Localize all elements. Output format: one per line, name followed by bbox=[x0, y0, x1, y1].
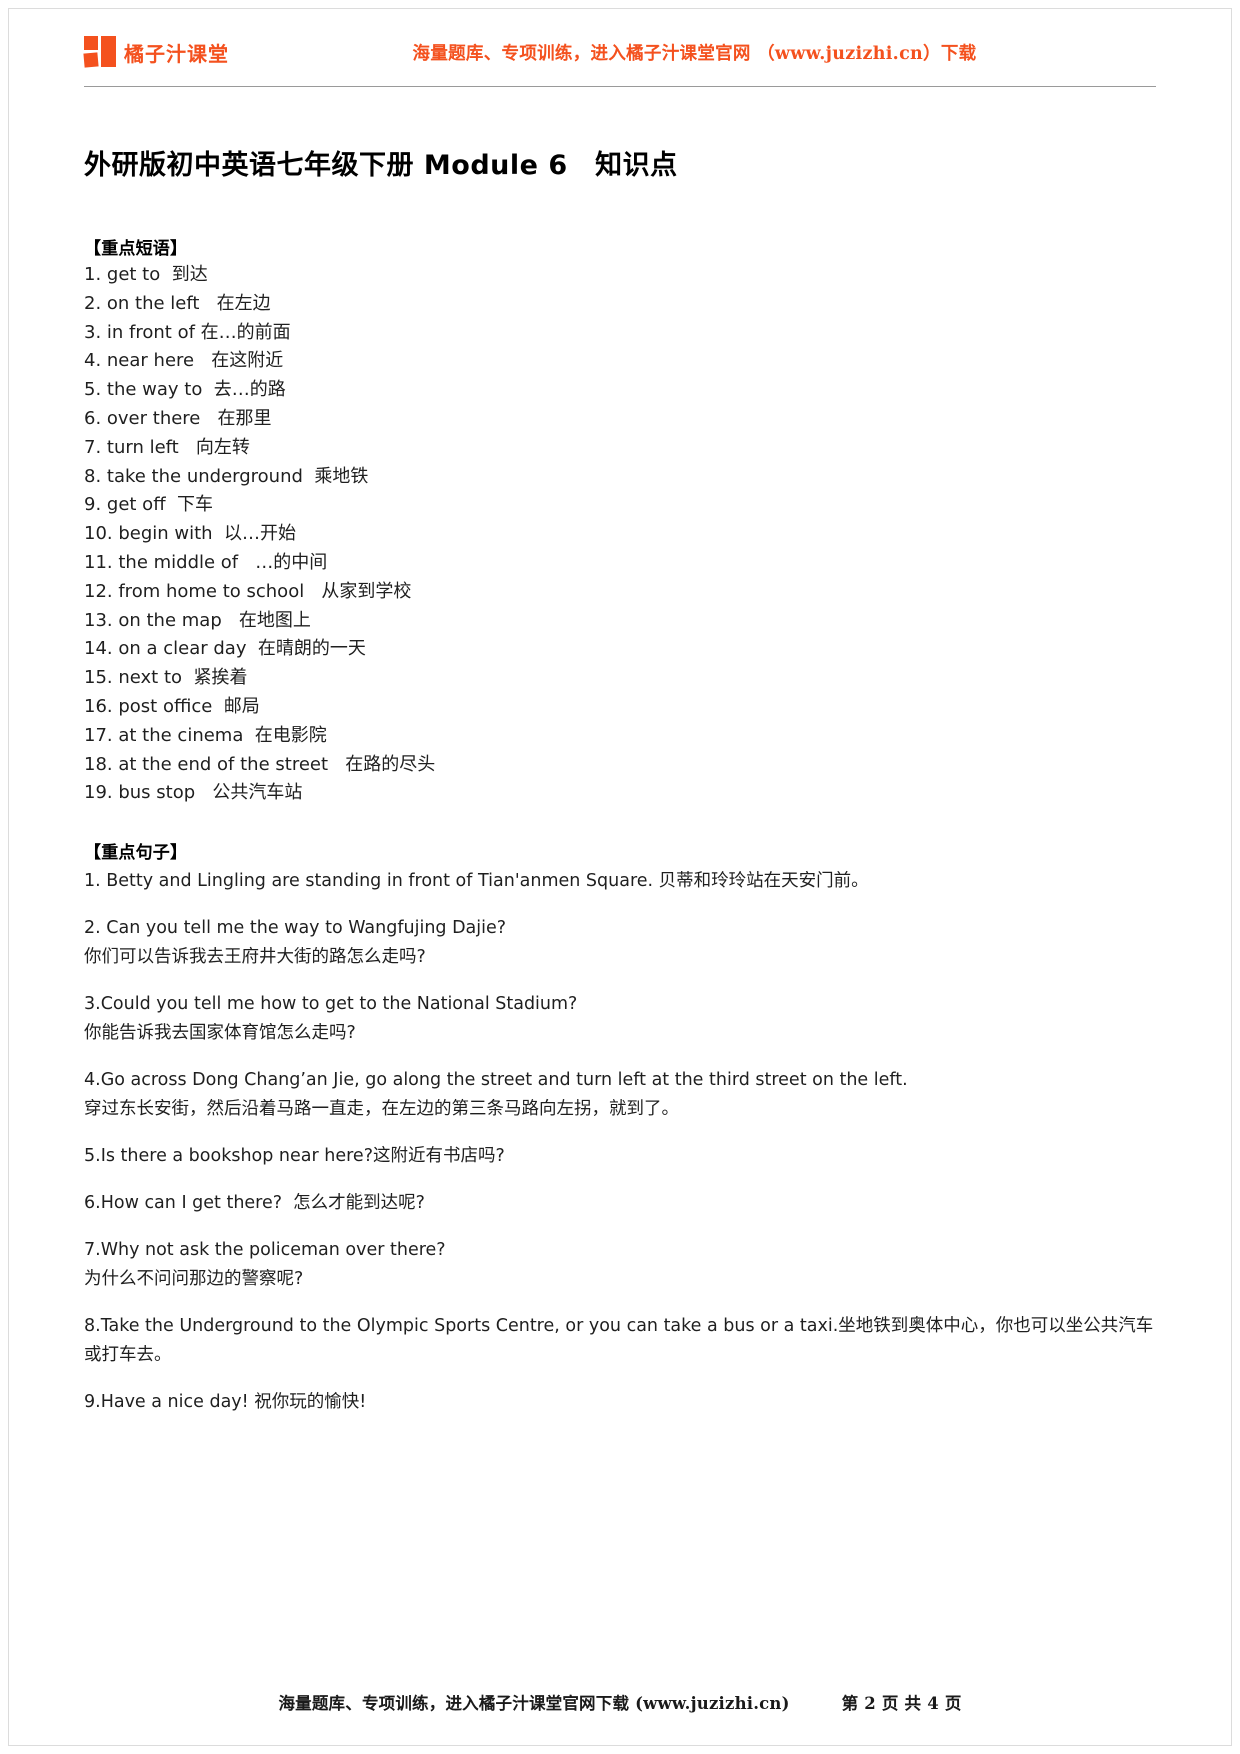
sentence-line: 你能告诉我去国家体育馆怎么走吗? bbox=[84, 1023, 356, 1044]
phrase-item: 6. over there 在那里 bbox=[84, 407, 272, 429]
sentence-line: 7.Why not ask the policeman over there? bbox=[84, 1240, 446, 1261]
phrases-list: 1. get to 到达 2. on the left 在左边 3. in fron… bbox=[84, 261, 1170, 808]
phrase-item: 5. the way to 去…的路 bbox=[84, 379, 286, 401]
header-divider bbox=[84, 86, 1156, 87]
sentence-line: 5.Is there a bookshop near here?这附近有书店吗? bbox=[84, 1146, 505, 1167]
sentence-line: 1. Betty and Lingling are standing in fr… bbox=[84, 871, 869, 892]
sentence-item: 1. Betty and Lingling are standing in fr… bbox=[84, 867, 1170, 896]
sentence-item: 4.Go across Dong Chang’an Jie, go along … bbox=[84, 1066, 1170, 1124]
sentence-line: 穿过东长安街，然后沿着马路一直走，在左边的第三条马路向左拐，就到了。 bbox=[84, 1099, 679, 1120]
sentence-item: 5.Is there a bookshop near here?这附近有书店吗? bbox=[84, 1142, 1170, 1171]
page-content: 橘子汁课堂 海量题库、专项训练，进入橘子汁课堂官网 （www.juzizhi.c… bbox=[0, 0, 1240, 1754]
document-page: 橘子汁课堂 海量题库、专项训练，进入橘子汁课堂官网 （www.juzizhi.c… bbox=[0, 0, 1240, 1754]
page-title: 外研版初中英语七年级下册 Module 6 知识点 bbox=[84, 150, 678, 181]
sentence-item: 3.Could you tell me how to get to the Na… bbox=[84, 990, 1170, 1048]
sentence-line: 2. Can you tell me the way to Wangfujing… bbox=[84, 918, 507, 939]
phrase-item: 16. post office 邮局 bbox=[84, 695, 260, 717]
phrase-item: 13. on the map 在地图上 bbox=[84, 609, 311, 631]
phrase-item: 19. bus stop 公共汽车站 bbox=[84, 782, 303, 804]
phrase-item: 14. on a clear day 在晴朗的一天 bbox=[84, 638, 366, 660]
phrase-item: 4. near here 在这附近 bbox=[84, 350, 284, 372]
sentence-line: 4.Go across Dong Chang’an Jie, go along … bbox=[84, 1070, 908, 1091]
phrase-item: 7. turn left 向左转 bbox=[84, 436, 250, 458]
sentence-line: 3.Could you tell me how to get to the Na… bbox=[84, 994, 578, 1015]
sentence-line: 你们可以告诉我去王府井大街的路怎么走吗? bbox=[84, 947, 426, 968]
phrase-item: 17. at the cinema 在电影院 bbox=[84, 724, 327, 746]
footer-promo-text: 海量题库、专项训练，进入橘子汁课堂官网下载 (www.juzizhi.cn) bbox=[278, 1694, 790, 1713]
sentence-item: 2. Can you tell me the way to Wangfujing… bbox=[84, 914, 1170, 972]
sentence-item: 9.Have a nice day! 祝你玩的愉快! bbox=[84, 1388, 1170, 1417]
sentence-line: 6.How can I get there? 怎么才能到达呢? bbox=[84, 1193, 425, 1214]
brand-name: 橘子汁课堂 bbox=[124, 41, 229, 66]
sentence-item: 8.Take the Underground to the Olympic Sp… bbox=[84, 1312, 1170, 1370]
phrases-section-heading: 【重点短语】 bbox=[84, 239, 188, 259]
phrase-item: 15. next to 紧挨着 bbox=[84, 667, 248, 689]
orange-squares-logo-icon bbox=[83, 36, 118, 68]
sentence-item: 7.Why not ask the policeman over there? 为… bbox=[84, 1236, 1170, 1294]
sentence-line: 8.Take the Underground to the Olympic Sp… bbox=[84, 1316, 1154, 1366]
phrase-item: 9. get off 下车 bbox=[84, 494, 214, 516]
sentence-item: 6.How can I get there? 怎么才能到达呢? bbox=[84, 1189, 1170, 1218]
phrase-item: 18. at the end of the street 在路的尽头 bbox=[84, 753, 436, 775]
phrase-item: 1. get to 到达 bbox=[84, 264, 208, 285]
phrase-item: 3. in front of 在…的前面 bbox=[84, 321, 291, 343]
sentences-list: 1. Betty and Lingling are standing in fr… bbox=[84, 867, 1170, 1417]
phrase-item: 11. the middle of …的中间 bbox=[84, 551, 328, 573]
phrase-item: 2. on the left 在左边 bbox=[84, 292, 271, 314]
document-body: 【重点短语】 1. get to 到达 2. on the left 在左边 3. … bbox=[84, 234, 1170, 1417]
page-header: 橘子汁课堂 海量题库、专项训练，进入橘子汁课堂官网 （www.juzizhi.c… bbox=[70, 0, 1170, 76]
sentence-line: 为什么不问问那边的警察呢? bbox=[84, 1269, 304, 1290]
phrase-item: 10. begin with 以…开始 bbox=[84, 523, 297, 545]
header-promo-text: 海量题库、专项训练，进入橘子汁课堂官网 （www.juzizhi.cn）下载 bbox=[412, 43, 977, 64]
page-footer: 海量题库、专项训练，进入橘子汁课堂官网下载 (www.juzizhi.cn) 第… bbox=[70, 1690, 1170, 1714]
brand-logo: 橘子汁课堂 bbox=[83, 36, 229, 68]
footer-page-number: 第 2 页 共 4 页 bbox=[841, 1694, 962, 1713]
phrase-item: 12. from home to school 从家到学校 bbox=[84, 580, 412, 602]
sentence-line: 9.Have a nice day! 祝你玩的愉快! bbox=[84, 1392, 367, 1413]
phrase-item: 8. take the underground 乘地铁 bbox=[84, 465, 369, 487]
sentences-section-heading: 【重点句子】 bbox=[84, 843, 188, 864]
